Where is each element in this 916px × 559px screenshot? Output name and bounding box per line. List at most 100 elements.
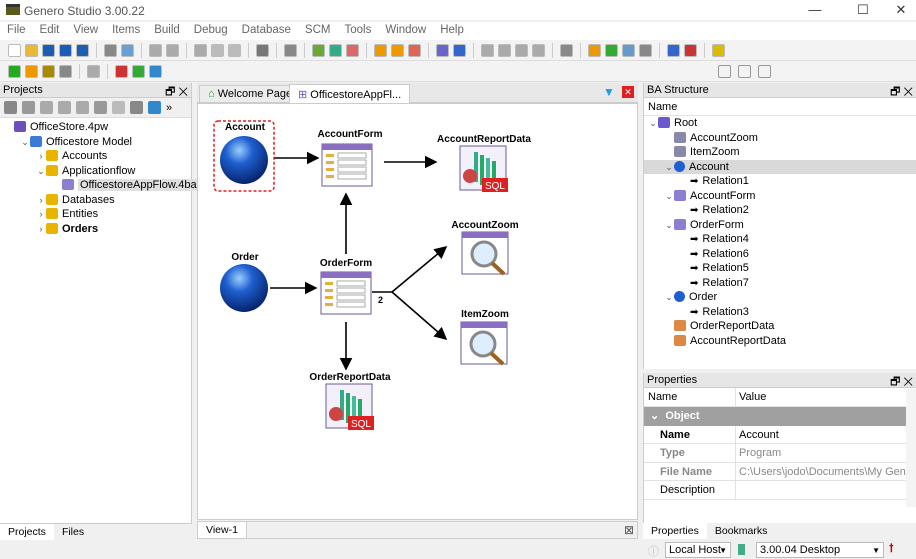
- tab-view-1[interactable]: View-1: [198, 522, 247, 538]
- zoom-icon[interactable]: [461, 231, 509, 276]
- report-sql-icon[interactable]: SQL: [459, 145, 508, 192]
- property-row[interactable]: Description: [644, 481, 906, 500]
- ba-tree-item[interactable]: OrderReportData: [644, 319, 916, 334]
- ba-tree-item[interactable]: ⌄ AccountForm: [644, 189, 916, 204]
- project-tree-item[interactable]: OfficeStore.4pw: [0, 120, 191, 135]
- toolbar-button-icon[interactable]: [532, 43, 545, 57]
- ba-tree-item[interactable]: ➡ Relation1: [644, 174, 916, 189]
- project-tree-item[interactable]: › Accounts: [0, 149, 191, 164]
- menu-help[interactable]: Help: [433, 22, 471, 40]
- ba-tree-item[interactable]: AccountReportData: [644, 334, 916, 349]
- ba-tree-item[interactable]: ⌄ Account: [644, 159, 916, 175]
- project-toolbar-icon[interactable]: [130, 101, 143, 114]
- toolbar-button-icon[interactable]: [374, 43, 387, 57]
- expand-toggle-icon[interactable]: ⌄: [664, 189, 674, 204]
- tab-appflow[interactable]: ⊞ OfficestoreAppFl...: [289, 84, 411, 103]
- layout-button-icon[interactable]: [758, 64, 771, 78]
- form-icon[interactable]: [320, 271, 372, 315]
- toolbar-button-icon[interactable]: [712, 43, 725, 57]
- expand-toggle-icon[interactable]: ⌄: [20, 135, 30, 150]
- expand-toggle-icon[interactable]: ›: [36, 222, 46, 237]
- report-sql-icon[interactable]: SQL: [325, 383, 374, 430]
- ba-tree-item[interactable]: ➡ Relation2: [644, 203, 916, 218]
- ba-tree-item[interactable]: ItemZoom: [644, 145, 916, 160]
- menu-tools[interactable]: Tools: [337, 22, 378, 40]
- toolbar-button-icon[interactable]: [42, 64, 55, 78]
- menu-window[interactable]: Window: [378, 22, 433, 40]
- expand-toggle-icon[interactable]: ›: [36, 207, 46, 222]
- toolbar-button-icon[interactable]: [194, 43, 207, 57]
- toolbar-button-icon[interactable]: [481, 43, 494, 57]
- project-toolbar-icon[interactable]: [112, 101, 125, 114]
- minimize-button[interactable]: —: [800, 2, 830, 17]
- ba-tree-item[interactable]: AccountZoom: [644, 131, 916, 146]
- project-toolbar-icon[interactable]: [94, 101, 107, 114]
- expand-toggle-icon[interactable]: ⌄: [36, 164, 46, 179]
- project-tree-item[interactable]: ⌄ Officestore Model: [0, 135, 191, 150]
- panel-float-close-buttons[interactable]: 🗗 ✕: [165, 83, 188, 102]
- toolbar-button-icon[interactable]: [312, 43, 325, 57]
- toolbar-button-icon[interactable]: [87, 64, 100, 78]
- group-object[interactable]: ⌄ Object: [644, 406, 906, 426]
- version-select[interactable]: 3.00.04 Desktop ▼: [756, 542, 884, 558]
- property-row[interactable]: Type Program: [644, 444, 906, 463]
- tab-welcome-page[interactable]: ⌂ Welcome Page: [199, 85, 302, 103]
- project-toolbar-icon[interactable]: [4, 101, 17, 114]
- layout-button-icon[interactable]: [718, 64, 731, 78]
- expand-toggle-icon[interactable]: ⌄: [664, 290, 674, 305]
- ba-tree-item[interactable]: ⌄ Order: [644, 290, 916, 305]
- toolbar-button-icon[interactable]: [25, 64, 38, 78]
- ba-tree-item[interactable]: ➡ Relation7: [644, 276, 916, 291]
- tools-icon[interactable]: ꝉ: [889, 542, 894, 555]
- toolbar-button-icon[interactable]: [329, 43, 342, 57]
- menu-file[interactable]: File: [0, 22, 33, 40]
- project-tree-item[interactable]: › Entities: [0, 207, 191, 222]
- properties-scrollbar[interactable]: [906, 389, 916, 507]
- expand-toggle-icon[interactable]: ⌄: [664, 160, 674, 175]
- project-toolbar-icon[interactable]: [22, 101, 35, 114]
- expand-toggle-icon[interactable]: ›: [36, 149, 46, 164]
- relation-arrow[interactable]: [391, 291, 448, 341]
- close-window-button[interactable]: ✕: [886, 2, 916, 18]
- project-tree-item[interactable]: ⌄ Applicationflow: [0, 164, 191, 179]
- project-toolbar-icon[interactable]: [76, 101, 89, 114]
- toolbar-button-icon[interactable]: [76, 43, 89, 57]
- toolbar-button-icon[interactable]: [59, 64, 72, 78]
- close-editor-button[interactable]: ✕: [622, 86, 634, 98]
- toolbar-button-icon[interactable]: [42, 43, 55, 57]
- toolbar-button-icon[interactable]: [560, 43, 573, 57]
- ba-tree-item[interactable]: ➡ Relation5: [644, 261, 916, 276]
- expand-toggle-icon[interactable]: ›: [36, 193, 46, 208]
- project-toolbar-icon[interactable]: [58, 101, 71, 114]
- zoom-icon[interactable]: [460, 321, 508, 366]
- menu-edit[interactable]: Edit: [33, 22, 67, 40]
- toolbar-button-icon[interactable]: [515, 43, 528, 57]
- toolbar-button-icon[interactable]: [115, 64, 128, 78]
- program-icon[interactable]: [220, 264, 268, 312]
- toolbar-button-icon[interactable]: [149, 43, 162, 57]
- toolbar-button-icon[interactable]: [8, 43, 21, 57]
- toolbar-button-icon[interactable]: [228, 43, 241, 57]
- project-toolbar-icon[interactable]: [40, 101, 53, 114]
- toolbar-button-icon[interactable]: [605, 43, 618, 57]
- property-row[interactable]: File Name C:\Users\jodo\Documents\My Gene…: [644, 462, 906, 481]
- toolbar-button-icon[interactable]: [121, 43, 134, 57]
- ba-tree-item[interactable]: ⌄ OrderForm: [644, 218, 916, 233]
- toolbar-button-icon[interactable]: [622, 43, 635, 57]
- toolbar-button-icon[interactable]: [588, 43, 601, 57]
- project-tree-item[interactable]: › Orders: [0, 222, 191, 237]
- toolbar-button-icon[interactable]: [256, 43, 269, 57]
- expand-toggle-icon[interactable]: ⌄: [648, 116, 658, 131]
- property-value[interactable]: [736, 481, 906, 499]
- menu-build[interactable]: Build: [147, 22, 187, 40]
- property-value[interactable]: Account: [736, 426, 906, 444]
- tab-properties[interactable]: Properties: [643, 523, 707, 539]
- form-icon[interactable]: [321, 143, 373, 187]
- ba-tree-item[interactable]: ➡ Relation4: [644, 232, 916, 247]
- property-value[interactable]: C:\Users\jodo\Documents\My Gene...: [736, 463, 906, 481]
- toolbar-button-icon[interactable]: [149, 64, 162, 78]
- ba-tree-item[interactable]: ➡ Relation6: [644, 247, 916, 262]
- toolbar-button-icon[interactable]: [59, 43, 72, 57]
- toolbar-button-icon[interactable]: [284, 43, 297, 57]
- toolbar-button-icon[interactable]: [8, 64, 21, 78]
